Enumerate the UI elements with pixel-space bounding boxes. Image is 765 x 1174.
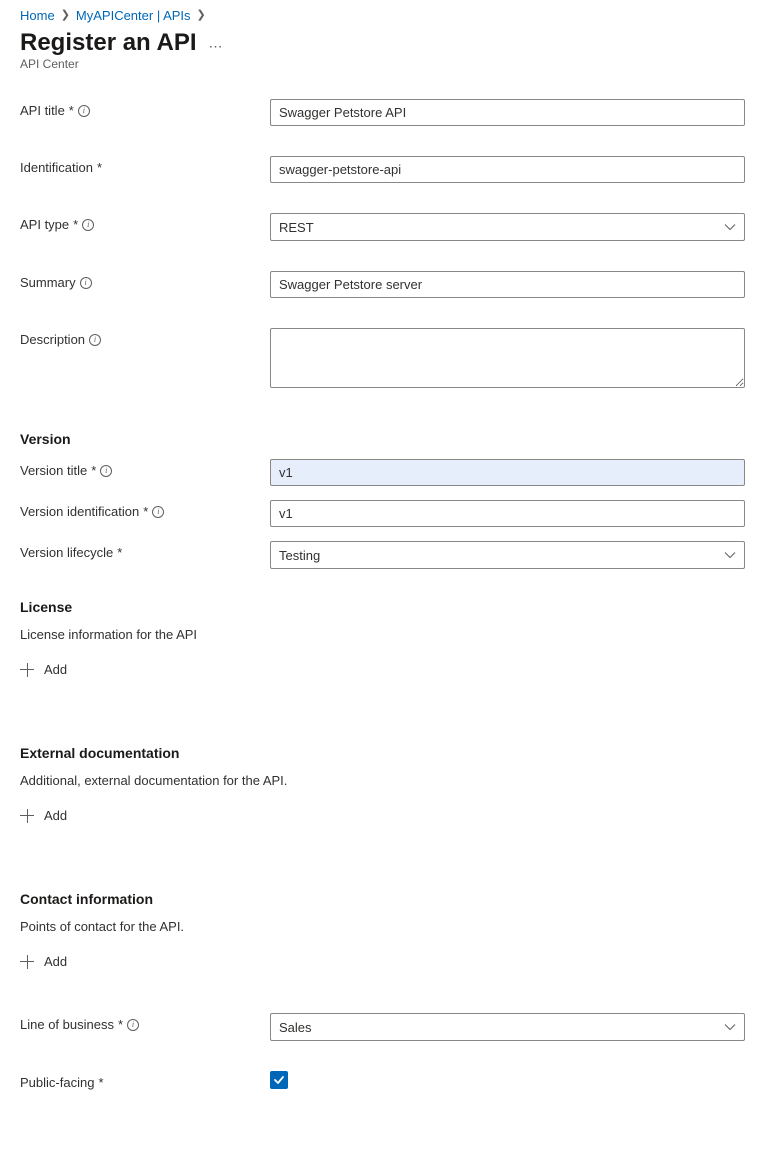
chevron-down-icon (724, 221, 736, 233)
version-title-input[interactable] (270, 459, 745, 486)
license-section-desc: License information for the API (20, 627, 745, 642)
info-icon[interactable]: i (152, 506, 164, 518)
chevron-right-icon: ❯ (61, 10, 70, 21)
info-icon[interactable]: i (100, 465, 112, 477)
version-section-header: Version (20, 431, 745, 447)
required-indicator: * (69, 103, 74, 118)
description-label: Description (20, 332, 85, 347)
version-lifecycle-select[interactable]: Testing (270, 541, 745, 569)
required-indicator: * (118, 1017, 123, 1032)
identification-label: Identification (20, 160, 93, 175)
identification-input[interactable] (270, 156, 745, 183)
add-label: Add (44, 662, 67, 677)
plus-icon (20, 663, 34, 677)
required-indicator: * (97, 160, 102, 175)
contact-add-button[interactable]: Add (20, 950, 67, 973)
version-lifecycle-value: Testing (279, 548, 320, 563)
chevron-down-icon (724, 549, 736, 561)
required-indicator: * (91, 463, 96, 478)
page-title: Register an API (20, 29, 197, 57)
version-identification-input[interactable] (270, 500, 745, 527)
more-actions-button[interactable]: ⋯ (209, 30, 224, 55)
plus-icon (20, 955, 34, 969)
description-input[interactable] (270, 328, 745, 388)
lob-select[interactable]: Sales (270, 1013, 745, 1041)
required-indicator: * (73, 217, 78, 232)
api-title-label: API title (20, 103, 65, 118)
version-identification-label: Version identification (20, 504, 139, 519)
required-indicator: * (98, 1075, 103, 1090)
api-type-value: REST (279, 220, 314, 235)
breadcrumb-home[interactable]: Home (20, 8, 55, 23)
add-label: Add (44, 808, 67, 823)
info-icon[interactable]: i (89, 334, 101, 346)
public-facing-label: Public-facing (20, 1075, 94, 1090)
contact-section-desc: Points of contact for the API. (20, 919, 745, 934)
chevron-right-icon: ❯ (197, 10, 206, 21)
extdoc-add-button[interactable]: Add (20, 804, 67, 827)
summary-input[interactable] (270, 271, 745, 298)
page-subtitle: API Center (20, 57, 745, 71)
info-icon[interactable]: i (82, 219, 94, 231)
info-icon[interactable]: i (127, 1019, 139, 1031)
contact-section-header: Contact information (20, 891, 745, 907)
summary-label: Summary (20, 275, 76, 290)
lob-value: Sales (279, 1020, 312, 1035)
version-title-label: Version title (20, 463, 87, 478)
lob-label: Line of business (20, 1017, 114, 1032)
api-type-label: API type (20, 217, 69, 232)
extdoc-section-desc: Additional, external documentation for t… (20, 773, 745, 788)
required-indicator: * (143, 504, 148, 519)
required-indicator: * (117, 545, 122, 560)
api-title-input[interactable] (270, 99, 745, 126)
extdoc-section-header: External documentation (20, 745, 745, 761)
plus-icon (20, 809, 34, 823)
check-icon (273, 1074, 285, 1086)
license-section-header: License (20, 599, 745, 615)
info-icon[interactable]: i (80, 277, 92, 289)
public-facing-checkbox[interactable] (270, 1071, 288, 1089)
license-add-button[interactable]: Add (20, 658, 67, 681)
chevron-down-icon (724, 1021, 736, 1033)
version-lifecycle-label: Version lifecycle (20, 545, 113, 560)
api-type-select[interactable]: REST (270, 213, 745, 241)
breadcrumb: Home ❯ MyAPICenter | APIs ❯ (20, 8, 745, 23)
info-icon[interactable]: i (78, 105, 90, 117)
add-label: Add (44, 954, 67, 969)
breadcrumb-parent[interactable]: MyAPICenter | APIs (76, 8, 191, 23)
